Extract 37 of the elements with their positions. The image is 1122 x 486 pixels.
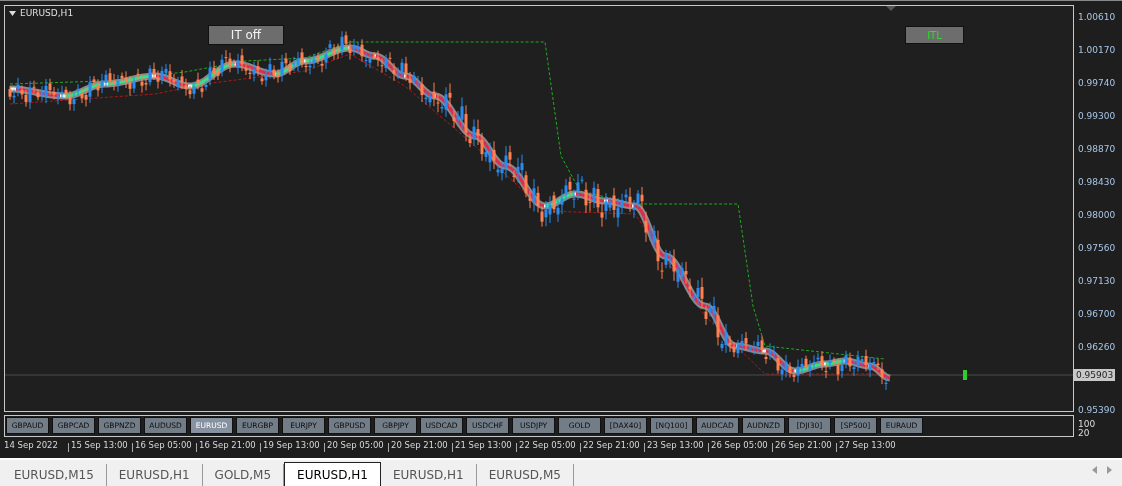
scale-label: 20 [1078, 429, 1091, 438]
price-label: 0.99300 [1077, 110, 1117, 122]
time-label: 27 Sep 13:00 [836, 443, 900, 453]
time-label: 22 Sep 21:00 [580, 443, 644, 453]
price-label: 0.95390 [1077, 404, 1117, 416]
scale-label: 100 [1078, 420, 1097, 429]
chart-tab[interactable]: EURUSD,M5 [476, 464, 574, 486]
price-label: 0.98000 [1077, 209, 1117, 221]
time-label: 16 Sep 21:00 [196, 443, 260, 453]
time-label: 23 Sep 13:00 [644, 443, 708, 453]
chart-title: EURUSD,H1 [20, 8, 74, 18]
time-label: 15 Sep 13:00 [68, 443, 132, 453]
time-label: 19 Sep 13:00 [260, 443, 324, 453]
price-label: 0.96260 [1077, 341, 1117, 353]
time-label: 20 Sep 21:00 [388, 443, 452, 453]
price-label: 0.97560 [1077, 242, 1117, 254]
time-label: 22 Sep 05:00 [516, 443, 580, 453]
current-price-label: 0.95903 [1074, 369, 1116, 381]
price-label: 0.99740 [1077, 77, 1117, 89]
price-label: 1.00170 [1077, 44, 1117, 56]
chart-tab[interactable]: EURUSD,H1 [284, 462, 381, 486]
time-label: 14 Sep 2022 [4, 443, 59, 453]
time-label: 26 Sep 21:00 [772, 443, 836, 453]
chart-tab[interactable]: EURUSD,H1 [106, 464, 203, 486]
indicator-button[interactable]: ITL [905, 26, 964, 44]
price-label: 0.96700 [1077, 308, 1117, 320]
price-label: 1.00610 [1077, 11, 1117, 23]
time-label: 26 Sep 05:00 [708, 443, 772, 453]
price-label: 0.98430 [1077, 176, 1117, 188]
indicator-button[interactable]: IT off [208, 25, 284, 45]
time-label: 16 Sep 05:00 [132, 443, 196, 453]
chart-tab[interactable]: EURUSD,M15 [2, 464, 107, 486]
time-label: 21 Sep 13:00 [452, 443, 516, 453]
chart-tab[interactable]: EURUSD,H1 [380, 464, 477, 486]
time-label: 20 Sep 05:00 [324, 443, 388, 453]
price-label: 0.97130 [1077, 275, 1117, 287]
price-label: 0.98870 [1077, 143, 1117, 155]
